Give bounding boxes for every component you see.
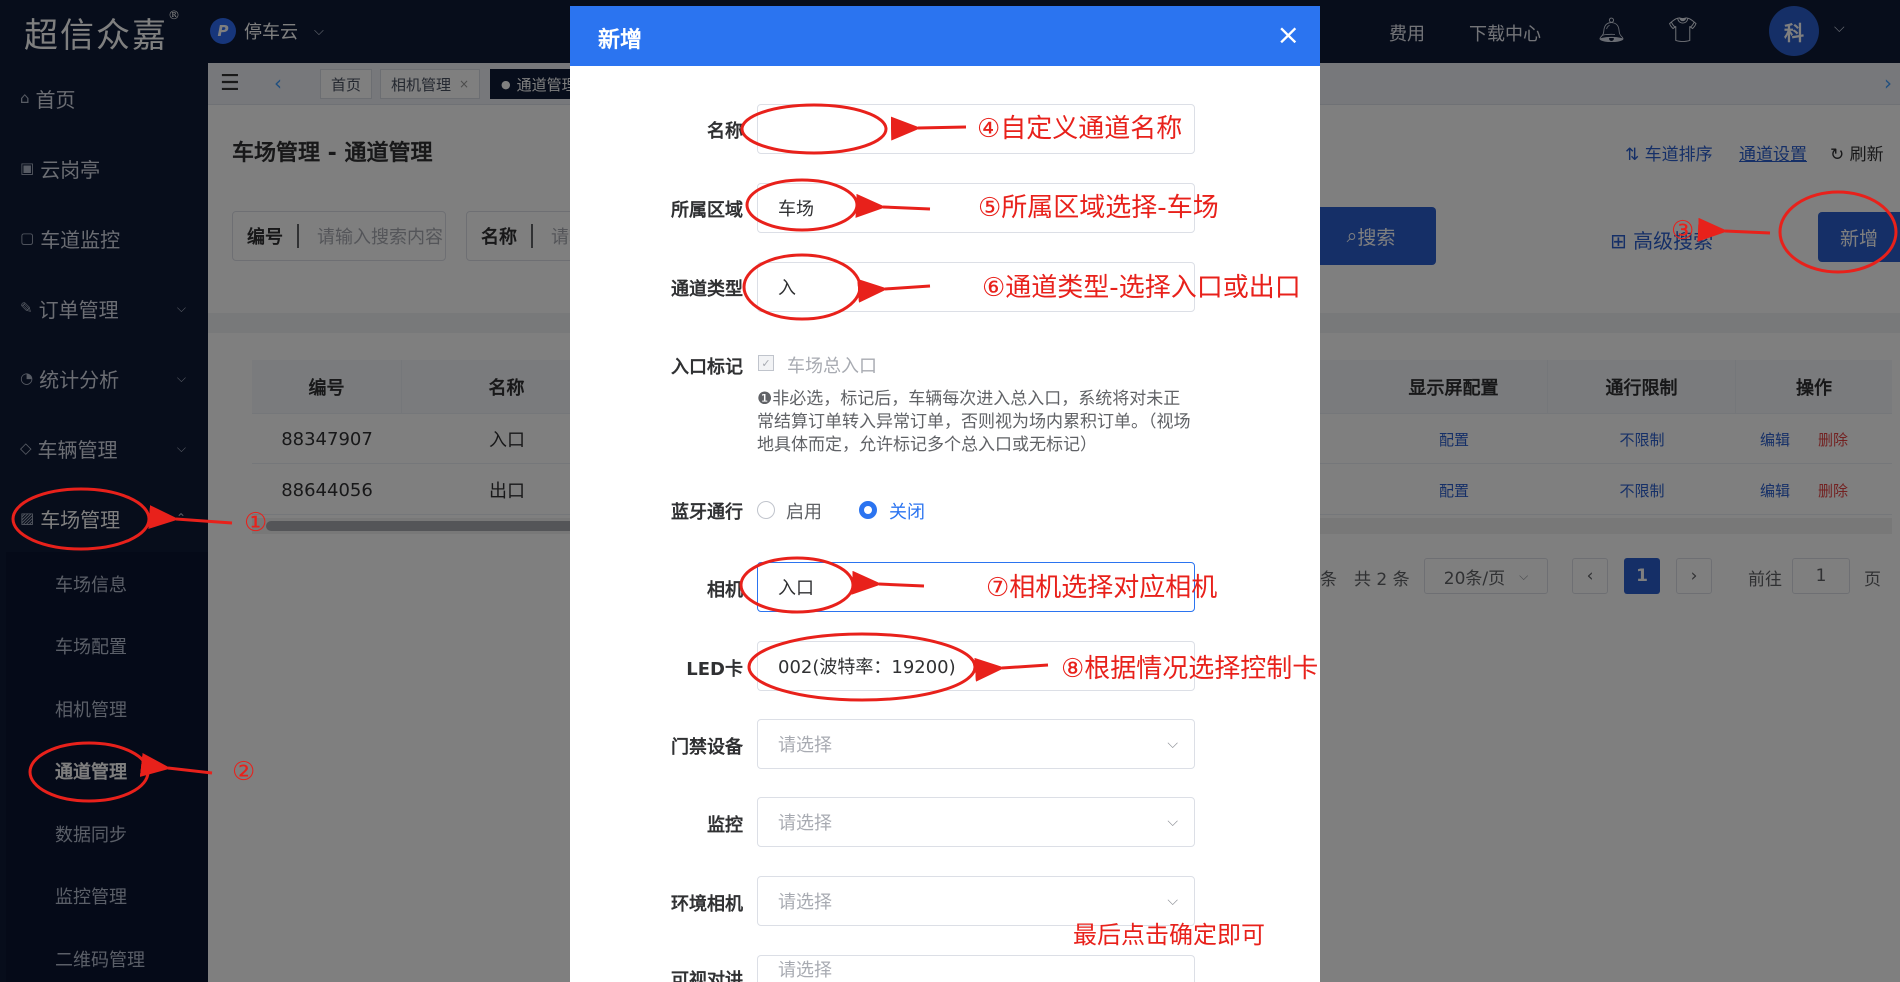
annotation-step-1: ① xyxy=(244,508,268,538)
annotation-arrow xyxy=(974,657,1049,682)
annotation-arrow xyxy=(855,193,931,218)
annotation-arrow xyxy=(1697,217,1771,242)
highlight-circle xyxy=(1778,190,1898,274)
annotation-arrow xyxy=(148,505,233,530)
annotation-step-3: ③ xyxy=(1671,216,1695,246)
annotation-step-7: ⑦相机选择对应相机 xyxy=(986,573,1218,603)
annotation-step-6: ⑥通道类型-选择入口或出口 xyxy=(982,273,1301,303)
annotation-arrow xyxy=(857,278,931,303)
annotation-layer xyxy=(11,103,1898,803)
annotation-step-5: ⑤所属区域选择-车场 xyxy=(978,193,1219,223)
highlight-circle xyxy=(739,556,855,614)
highlight-circle xyxy=(11,487,151,551)
annotation-arrow xyxy=(139,753,213,777)
annotation-step-4: ④自定义通道名称 xyxy=(977,114,1183,144)
highlight-circle xyxy=(747,632,977,702)
annotation-step-2: ② xyxy=(232,757,256,787)
highlight-circle xyxy=(28,741,150,803)
annotation-arrow xyxy=(851,570,925,595)
highlight-circle xyxy=(740,103,888,155)
highlight-circle xyxy=(745,178,859,232)
annotation-arrow xyxy=(890,116,967,141)
annotation-final: 最后点击确定即可 xyxy=(1073,921,1265,949)
annotation-step-8: ⑧根据情况选择控制卡 xyxy=(1061,654,1319,684)
highlight-circle xyxy=(742,253,862,321)
